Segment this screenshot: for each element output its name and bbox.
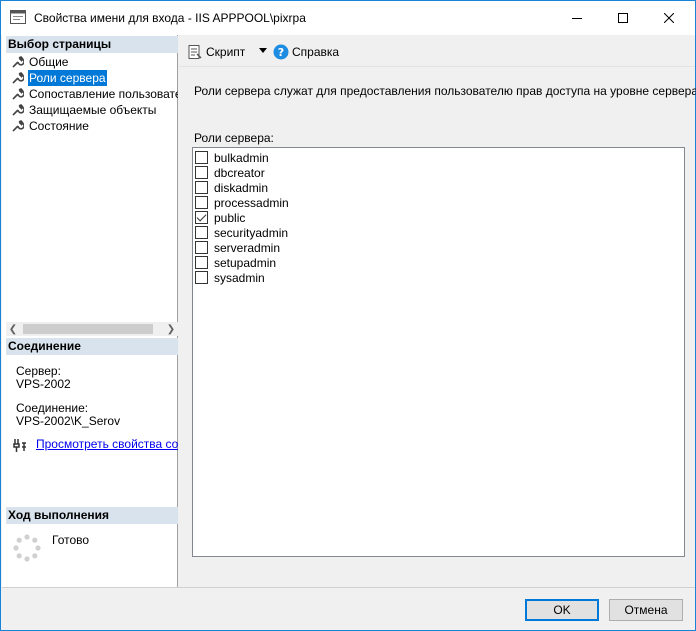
role-checkbox[interactable] xyxy=(195,211,208,224)
progress-header: Ход выполнения xyxy=(6,507,178,524)
cancel-button[interactable]: Отмена xyxy=(609,599,683,621)
window-title: Свойства имени для входа - IIS APPPOOL\p… xyxy=(34,11,306,25)
app-icon xyxy=(10,10,26,24)
svg-text:?: ? xyxy=(278,46,284,59)
role-checkbox[interactable] xyxy=(195,151,208,164)
toolbar: Скрипт ? Справка xyxy=(179,35,695,67)
wrench-icon xyxy=(12,72,24,84)
close-button[interactable] xyxy=(646,1,692,35)
close-icon xyxy=(664,13,674,23)
maximize-button[interactable] xyxy=(600,1,646,35)
role-checkbox[interactable] xyxy=(195,256,208,269)
connection-value: VPS-2002\K_Serov xyxy=(16,414,121,428)
script-icon xyxy=(188,45,202,59)
view-connection-properties-link[interactable]: Просмотреть свойства соединения xyxy=(36,437,178,451)
role-row-setupadmin[interactable]: setupadmin xyxy=(195,255,276,270)
progress-status: Готово xyxy=(52,533,90,547)
login-properties-dialog: Свойства имени для входа - IIS APPPOOL\p… xyxy=(0,0,696,631)
role-checkbox[interactable] xyxy=(195,226,208,239)
wrench-icon xyxy=(12,56,24,68)
dialog-button-bar: OK Отмена xyxy=(2,587,695,630)
wrench-icon xyxy=(12,104,24,116)
role-row-public[interactable]: public xyxy=(195,210,245,225)
select-page-header: Выбор страницы xyxy=(6,36,178,53)
maximize-icon xyxy=(618,13,628,23)
nav-item-user-mapping[interactable]: Сопоставление пользователей xyxy=(8,86,178,102)
server-roles-list: bulkadmin dbcreator diskadmin processadm… xyxy=(192,147,685,557)
role-name: bulkadmin xyxy=(214,150,269,165)
wrench-icon xyxy=(12,120,24,132)
role-name: processadmin xyxy=(214,195,289,210)
role-row-dbcreator[interactable]: dbcreator xyxy=(195,165,265,180)
nav-item-server-roles[interactable]: Роли сервера xyxy=(8,70,178,86)
role-name: serveradmin xyxy=(214,240,281,255)
script-dropdown-icon[interactable] xyxy=(259,48,267,53)
role-checkbox[interactable] xyxy=(195,166,208,179)
scrollbar-thumb[interactable] xyxy=(23,324,153,334)
server-roles-label: Роли сервера: xyxy=(194,131,274,145)
role-name: diskadmin xyxy=(214,180,269,195)
connection-header: Соединение xyxy=(6,338,178,355)
script-label: Скрипт xyxy=(206,45,246,59)
server-roles-description: Роли сервера служат для предоставления п… xyxy=(194,84,696,98)
help-icon: ? xyxy=(273,44,289,60)
role-name: dbcreator xyxy=(214,165,265,180)
nav-item-label: Общие xyxy=(29,55,69,69)
role-checkbox[interactable] xyxy=(195,241,208,254)
server-value: VPS-2002 xyxy=(16,377,71,391)
help-label: Справка xyxy=(292,45,340,59)
role-row-processadmin[interactable]: processadmin xyxy=(195,195,289,210)
role-checkbox[interactable] xyxy=(195,271,208,284)
role-name: sysadmin xyxy=(214,270,265,285)
nav-item-label: Сопоставление пользователей xyxy=(29,87,178,101)
role-row-bulkadmin[interactable]: bulkadmin xyxy=(195,150,269,165)
help-button[interactable]: ? Справка xyxy=(273,43,339,61)
role-checkbox[interactable] xyxy=(195,181,208,194)
minimize-icon xyxy=(572,18,582,19)
scroll-right-icon[interactable]: ❯ xyxy=(164,322,178,336)
nav-item-label: Роли сервера xyxy=(28,70,107,86)
title-bar: Свойства имени для входа - IIS APPPOOL\p… xyxy=(1,1,695,35)
ok-button[interactable]: OK xyxy=(525,599,599,621)
role-checkbox[interactable] xyxy=(195,196,208,209)
role-row-sysadmin[interactable]: sysadmin xyxy=(195,270,265,285)
nav-item-label: Состояние xyxy=(29,119,89,133)
script-button[interactable]: Скрипт xyxy=(187,43,245,61)
role-name: securityadmin xyxy=(214,225,289,240)
horizontal-scrollbar[interactable]: ❮ ❯ xyxy=(6,322,178,336)
role-name: public xyxy=(214,210,246,225)
connection-properties-icon xyxy=(12,437,28,453)
role-row-serveradmin[interactable]: serveradmin xyxy=(195,240,280,255)
nav-item-securables[interactable]: Защищаемые объекты xyxy=(8,102,178,118)
role-row-diskadmin[interactable]: diskadmin xyxy=(195,180,268,195)
nav-item-label: Защищаемые объекты xyxy=(29,103,157,117)
wrench-icon xyxy=(12,88,24,100)
left-pane: Выбор страницы Общие Роли сервера Сопост… xyxy=(2,35,178,587)
nav-item-status[interactable]: Состояние xyxy=(8,118,178,134)
toolbar-separator xyxy=(179,66,695,67)
role-row-securityadmin[interactable]: securityadmin xyxy=(195,225,288,240)
role-name: setupadmin xyxy=(214,255,277,270)
nav-item-general[interactable]: Общие xyxy=(8,54,178,70)
progress-spinner-icon xyxy=(12,533,42,563)
page-list: Общие Роли сервера Сопоставление пользов… xyxy=(8,54,178,134)
minimize-button[interactable] xyxy=(554,1,600,35)
scroll-left-icon[interactable]: ❮ xyxy=(6,322,20,336)
